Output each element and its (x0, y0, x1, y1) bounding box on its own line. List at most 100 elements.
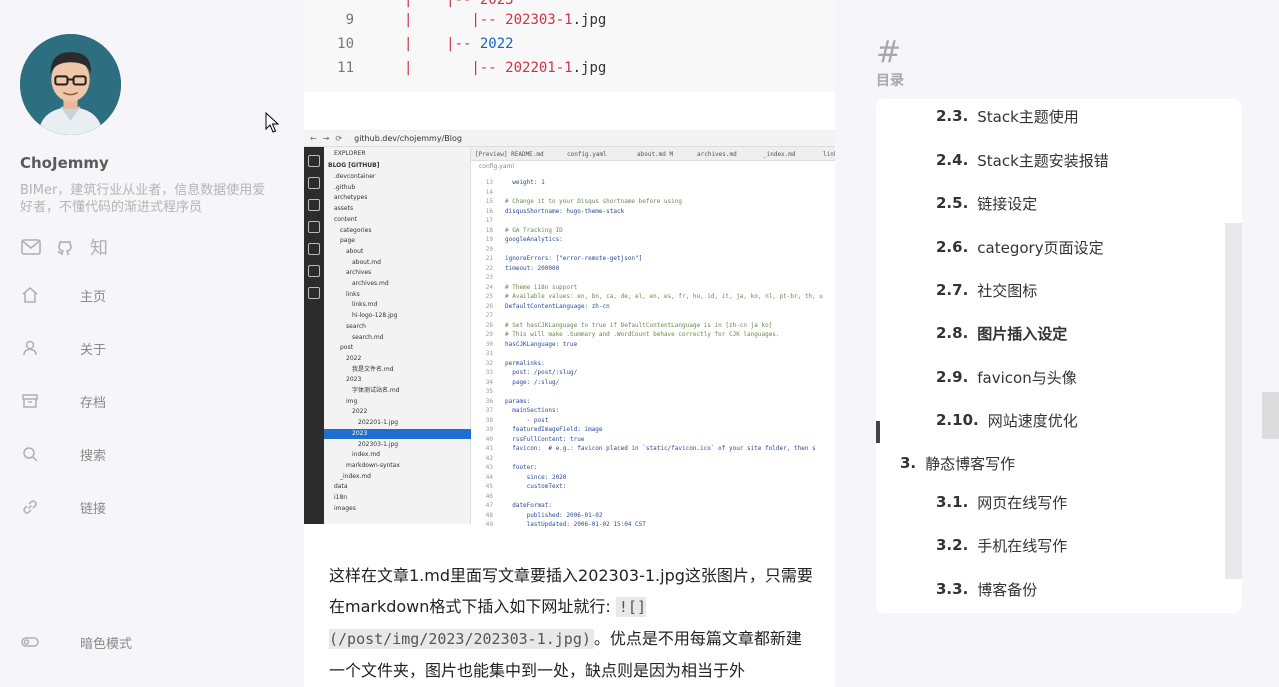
toc-item-number: 2.6. (936, 238, 969, 256)
explorer-tree-item: 202303-1.jpg (358, 440, 399, 448)
page-scrollbar-thumb[interactable] (1262, 392, 1279, 439)
explorer-tree-item: index.md (352, 451, 380, 459)
editor-tab: _index.md (763, 151, 796, 158)
site-name[interactable]: ChoJemmy (20, 154, 109, 172)
search-icon (23, 447, 38, 462)
zhihu-icon[interactable]: 知 (88, 236, 110, 259)
toc-item[interactable]: 2.10. 网站速度优化 (936, 408, 1078, 432)
code-block: | |-- 2023 9 | |-- 202303-1.jpg 10 | |--… (304, 0, 835, 92)
article-paragraph: 这样在文章1.md里面写文章要插入202303-1.jpg这张图片，只需要在ma… (329, 566, 813, 680)
menu-item-about[interactable]: 关于 (20, 336, 220, 360)
github-icon[interactable] (54, 236, 76, 258)
user-icon (23, 340, 37, 356)
editor-code-line: 16 disqusShortname: hugo-theme-stack (485, 207, 625, 215)
back-arrow-icon: ← (310, 134, 317, 143)
explorer-title: EXPLORER (334, 150, 366, 157)
toc-item-label: 静态博客写作 (925, 454, 1016, 473)
explorer-tree-item: 202201-1.jpg (358, 419, 399, 427)
editor-code-line: 32 permalinks: (485, 359, 545, 367)
editor-code-line: 41 favicon: # e.g.: favicon placed in `s… (485, 445, 816, 452)
code-editor: [Preview] README.md config.yaml about.md M… (471, 147, 835, 528)
toc-item-label: 手机在线写作 (977, 536, 1068, 555)
explorer-tree-item: images (334, 504, 356, 512)
toc-item[interactable]: 3.3. 博客备份 (936, 577, 1037, 601)
toc-item-label: Stack主题使用 (977, 107, 1079, 126)
browser-toolbar: ← → ⟳ github.dev/chojemmy/Blog (304, 131, 835, 147)
toc-item-label: favicon与头像 (977, 368, 1077, 387)
menu-label: 搜索 (80, 448, 107, 464)
site-description: BIMer，建筑行业从业者，信息数据使用爱好者，不懂代码的渐进式程序员 (20, 183, 266, 215)
toc-active-marker (876, 421, 880, 443)
explorer-tree-item: about.md (352, 258, 381, 266)
toc-item-number: 2.3. (936, 107, 969, 125)
editor-code-line: 20 (485, 245, 493, 253)
toc-item-number: 3.3. (936, 580, 969, 598)
explorer-tree-item: 字体测试站名.md (352, 387, 400, 394)
explorer-tree-item: content (334, 215, 357, 223)
explorer-tree-item: 2022 (352, 408, 368, 416)
dark-mode-toggle[interactable]: 暗色模式 (20, 630, 220, 654)
toc-item-number: 2.5. (936, 194, 969, 212)
browser-url: github.dev/chojemmy/Blog (354, 134, 462, 143)
editor-code-line: 21 ignoreErrors: ["error-remote-getjson"] (485, 255, 643, 262)
toc-item[interactable]: 2.8. 图片插入设定 (936, 321, 1067, 345)
explorer-tree-item: links (346, 290, 360, 298)
menu-item-archives[interactable]: 存档 (20, 389, 220, 413)
explorer-tree-item: links.md (352, 301, 378, 309)
toc-item-label: 链接设定 (977, 194, 1038, 213)
menu-item-search[interactable]: 搜索 (20, 442, 220, 466)
editor-code-line: 14 (485, 188, 493, 196)
toc-item[interactable]: 3. 静态博客写作 (900, 451, 1015, 475)
explorer-tree-item: i18n (334, 494, 348, 501)
toc-item[interactable]: 2.7. 社交图标 (936, 278, 1037, 302)
social-links: 知 (20, 236, 110, 259)
mail-icon[interactable] (20, 236, 42, 258)
explorer-tree-item: archives (346, 269, 372, 277)
menu-item-home[interactable]: 主页 (20, 283, 220, 307)
editor-code-line: 46 (485, 492, 493, 500)
editor-code-line: 47 dateFormat: (485, 502, 552, 509)
dark-mode-label: 暗色模式 (80, 636, 133, 652)
editor-code-line: 15 # Change it to your Disqus shortname b… (485, 198, 683, 205)
editor-code-line: 26 DefaultContentLanguage: zh-cn (485, 302, 610, 310)
explorer-tree-item: markdown-syntax (346, 461, 400, 469)
explorer-tree-item: search (346, 322, 366, 330)
explorer-tree-item: 2023 (352, 429, 368, 437)
editor-code-line: 25 # Available values: en, bn, ca, de, el… (485, 293, 823, 300)
link-icon (23, 500, 37, 514)
archive-icon (22, 394, 38, 408)
explorer-tree-item: search.md (352, 333, 384, 341)
reload-icon: ⟳ (335, 134, 343, 143)
explorer-tree-item: about (346, 247, 364, 255)
explorer-tree-item: archives.md (352, 280, 389, 287)
toc-item[interactable]: 2.3. Stack主题使用 (936, 104, 1079, 128)
menu-item-links[interactable]: 链接 (20, 495, 220, 519)
toc-item[interactable]: 2.5. 链接设定 (936, 191, 1037, 215)
menu-label: 存档 (80, 395, 107, 411)
editor-tab: [Preview] README.md (475, 151, 544, 158)
toc-title: 目录 (876, 73, 904, 89)
editor-code-line: 42 (485, 454, 493, 462)
avatar[interactable] (20, 34, 121, 135)
toc-item[interactable]: 2.4. Stack主题安装报错 (936, 148, 1109, 172)
editor-code-line: 17 (485, 217, 493, 224)
explorer-tree-item: assets (334, 205, 354, 213)
menu-label: 主页 (80, 289, 107, 305)
article-content: | |-- 2023 9 | |-- 202303-1.jpg 10 | |--… (304, 0, 835, 687)
toggle-icon (21, 637, 39, 647)
toc-item-label: 图片插入设定 (977, 324, 1068, 343)
explorer-selected-row (324, 428, 471, 439)
explorer-tree-item: page (340, 237, 355, 245)
explorer-tree-item: categories (340, 226, 372, 234)
toc-item[interactable]: 3.2. 手机在线写作 (936, 533, 1067, 557)
toc-item[interactable]: 2.6. category页面设定 (936, 235, 1104, 259)
toc-scrollbar[interactable] (1225, 223, 1242, 579)
editor-code-line: 33 post: /post/:slug/ (485, 369, 578, 376)
explorer-tree-item: 2022 (346, 354, 362, 362)
explorer-tree-item: 我是文件名.md (352, 365, 394, 373)
toc-item[interactable]: 2.9. favicon与头像 (936, 365, 1077, 389)
explorer-repo: BLOG [GITHUB] (328, 162, 380, 169)
toc-item-number: 2.9. (936, 368, 969, 386)
toc-item[interactable]: 3.1. 网页在线写作 (936, 490, 1067, 514)
editor-breadcrumb: config.yaml (479, 163, 515, 170)
